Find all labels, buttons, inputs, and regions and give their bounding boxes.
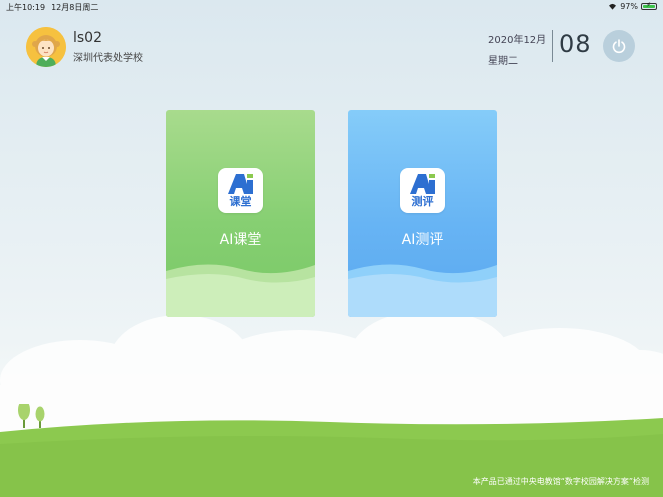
status-bar: 上午10:19 12月8日周二 97% ⚡ — [0, 0, 663, 14]
year-month: 2020年12月 — [488, 35, 547, 46]
date-block: 2020年12月 星期二 — [488, 31, 546, 67]
charging-icon: ⚡ — [646, 1, 651, 9]
card-icon-text: 课堂 — [229, 195, 252, 208]
card-wave — [348, 264, 497, 317]
battery-icon: ⚡ — [641, 1, 657, 10]
ai-class-card[interactable]: 课堂 AI课堂 — [166, 110, 315, 317]
avatar[interactable] — [26, 27, 66, 67]
status-time: 上午10:19 — [6, 3, 46, 12]
wifi-icon — [609, 3, 617, 10]
avatar-girl-icon — [26, 27, 66, 67]
certification-note: 本产品已通过中央电教馆“数字校园解决方案”检测 — [472, 477, 649, 486]
battery-percent: 97% — [620, 2, 638, 11]
date-divider — [552, 30, 553, 62]
power-icon — [612, 39, 626, 54]
day-number: 08 — [559, 30, 592, 58]
power-button[interactable] — [603, 30, 635, 62]
card-title: AI测评 — [401, 232, 444, 248]
card-wave — [166, 264, 315, 317]
weekday: 星期二 — [488, 56, 518, 67]
card-icon-text: 测评 — [411, 195, 434, 208]
ai-logo-icon: 测评 — [400, 168, 445, 213]
status-date: 12月8日周二 — [51, 3, 99, 12]
username: ls02 — [73, 30, 102, 46]
tree-icon — [18, 404, 45, 428]
ai-logo-icon: 课堂 — [218, 168, 263, 213]
school-name: 深圳代表处学校 — [73, 53, 143, 64]
ai-eval-card[interactable]: 测评 AI测评 — [348, 110, 497, 317]
card-title: AI课堂 — [219, 232, 262, 248]
